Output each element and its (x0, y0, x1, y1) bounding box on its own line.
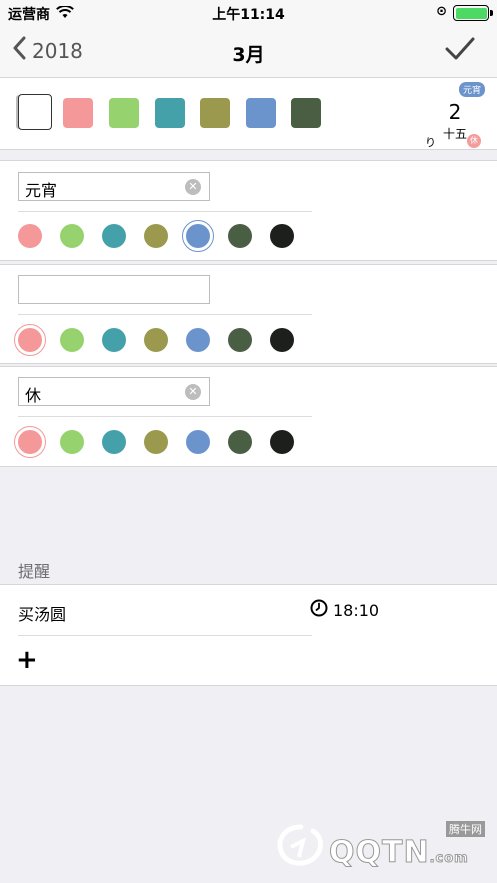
color-dot-pink[interactable] (18, 224, 42, 248)
tag-input-2[interactable] (18, 275, 210, 304)
clear-icon[interactable]: ✕ (185, 384, 201, 400)
color-dot-olive[interactable] (144, 224, 168, 248)
tag-input-1[interactable]: 元宵 ✕ (18, 172, 210, 201)
status-bar: 运营商 上午11:14 ⊙ (0, 0, 497, 26)
tag-editor-3: 休 ✕ (0, 366, 497, 467)
swatch-pink[interactable] (63, 98, 93, 128)
orientation-lock-icon: ⊙ (436, 4, 447, 19)
tag-editor-2 (0, 264, 497, 364)
reminder-list: 买汤圆 18:10 + (0, 584, 497, 686)
reminder-time-text: 18:10 (333, 600, 380, 620)
divider (18, 416, 312, 417)
swatch-teal[interactable] (155, 98, 185, 128)
color-dot-pink[interactable] (14, 426, 46, 458)
battery-icon (453, 5, 493, 21)
color-dot-black[interactable] (270, 224, 294, 248)
color-dot-green[interactable] (60, 430, 84, 454)
status-time: 上午11:14 (212, 7, 285, 23)
color-dot-pink[interactable] (14, 324, 46, 356)
reminder-section-header: 提醒 (18, 562, 51, 581)
color-dot-dark-green[interactable] (228, 328, 252, 352)
color-dot-blue[interactable] (186, 430, 210, 454)
watermark-brand: QQTN.com (329, 835, 469, 871)
reminder-title[interactable]: 买汤圆 (18, 601, 66, 625)
color-dot-blue[interactable] (186, 328, 210, 352)
divider (18, 635, 312, 636)
reminder-time[interactable]: 18:10 (310, 599, 379, 621)
watermark: QQTN.com 腾牛网 (273, 821, 487, 877)
watermark-tag: 腾牛网 (446, 821, 485, 837)
tag-input-text: 元宵 (25, 181, 58, 200)
swatch-olive[interactable] (200, 98, 230, 128)
color-dot-olive[interactable] (144, 328, 168, 352)
color-dot-green[interactable] (60, 328, 84, 352)
day-preview: 元宵 2 十五 り 休 (425, 82, 485, 149)
color-dot-dark-green[interactable] (228, 430, 252, 454)
color-dot-olive[interactable] (144, 430, 168, 454)
divider (18, 211, 312, 212)
color-dot-blue[interactable] (182, 220, 214, 252)
done-button[interactable] (445, 36, 475, 66)
day-number: 2 (448, 100, 462, 124)
swatch-white[interactable] (18, 94, 52, 130)
clear-icon[interactable]: ✕ (185, 179, 201, 195)
add-reminder-button[interactable]: + (16, 647, 38, 673)
color-dot-green[interactable] (60, 224, 84, 248)
color-dot-teal[interactable] (102, 430, 126, 454)
color-dot-dark-green[interactable] (228, 224, 252, 248)
day-mark: り (425, 136, 436, 149)
color-dot-teal[interactable] (102, 224, 126, 248)
color-dot-teal[interactable] (102, 328, 126, 352)
swatch-green[interactable] (109, 98, 139, 128)
color-dot-black[interactable] (270, 430, 294, 454)
page-title: 3月 (232, 44, 265, 66)
swatch-dark-green[interactable] (291, 98, 321, 128)
color-dot-black[interactable] (270, 328, 294, 352)
navigation-bar: 2018 3月 (0, 26, 497, 78)
festival-tag: 元宵 (458, 82, 485, 97)
clock-icon (310, 599, 328, 621)
holiday-tag: 休 (467, 134, 481, 148)
swatch-blue[interactable] (246, 98, 276, 128)
color-swatch-row: 元宵 2 十五 り 休 (0, 78, 497, 150)
divider (18, 314, 312, 315)
tag-editor-1: 元宵 ✕ (0, 160, 497, 261)
tag-input-text: 休 (25, 386, 42, 405)
checkmark-icon (445, 37, 475, 66)
tag-input-3[interactable]: 休 ✕ (18, 377, 210, 406)
